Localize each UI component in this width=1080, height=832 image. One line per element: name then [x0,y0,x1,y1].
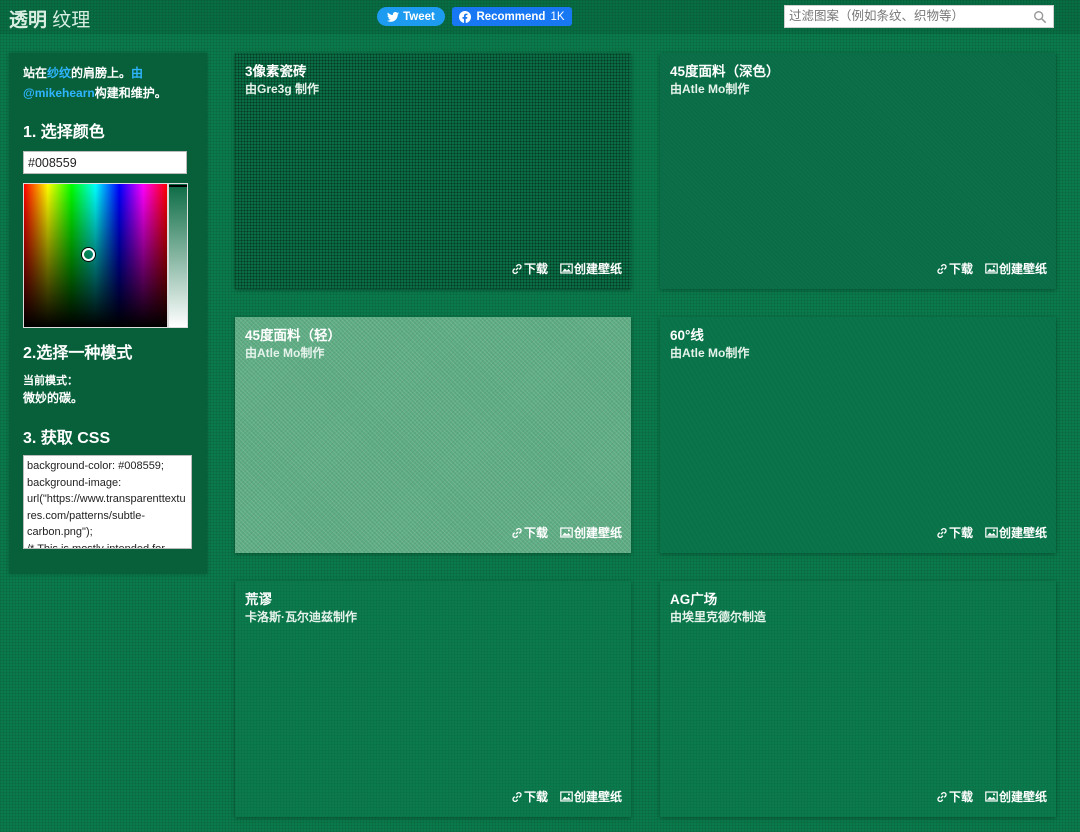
pattern-author: 卡洛斯·瓦尔迪兹制作 [245,610,357,624]
site-logo[interactable]: 透明 纹理 [9,5,90,32]
intro-author-link[interactable]: @mikehearn [23,86,95,100]
image-icon [985,263,998,274]
step2-heading: 2.选择一种模式 [23,345,133,362]
recommend-count: 1K [550,10,565,23]
tweet-label: Tweet [403,10,435,23]
download-link[interactable]: 下载 [511,788,548,805]
css-output-textarea[interactable]: background-color: #008559; background-im… [23,455,192,549]
pattern-title: AG广场 [670,592,718,607]
download-label: 下载 [523,262,548,276]
current-mode-label: 当前模式： [23,375,78,387]
image-icon [560,263,573,274]
color-brightness-slider[interactable] [168,183,188,328]
pattern-author: 由埃里克德尔制造 [670,610,767,624]
download-label: 下载 [523,526,548,540]
search-input[interactable] [785,6,1025,26]
link-icon [937,263,947,274]
create-wallpaper-link[interactable]: 创建壁纸 [560,524,622,541]
pattern-card[interactable]: 荒谬 卡洛斯·瓦尔迪兹制作 下载 创建壁纸 [235,581,631,817]
pattern-title: 荒谬 [245,592,272,607]
tweet-button[interactable]: Tweet [377,7,445,26]
download-label: 下载 [948,790,973,804]
twitter-bird-icon [387,11,400,22]
image-icon [560,527,573,538]
wallpaper-label: 创建壁纸 [998,262,1047,276]
download-link[interactable]: 下载 [936,260,973,277]
color-picker-handle[interactable] [82,248,95,261]
intro-middle: 的肩膀上。 [71,66,132,80]
brand-bold: 透明 [9,10,48,31]
facebook-recommend-button[interactable]: Recommend 1K [452,7,572,26]
download-label: 下载 [948,526,973,540]
pattern-card[interactable]: AG广场 由埃里克德尔制造 下载 创建壁纸 [660,581,1056,817]
pattern-author: 由Gre3g 制作 [245,82,320,96]
wallpaper-label: 创建壁纸 [573,526,622,540]
step1-heading: 1. 选择颜色 [23,124,105,141]
wallpaper-label: 创建壁纸 [998,526,1047,540]
pattern-title: 60°线 [670,328,704,343]
pattern-card[interactable]: 45度面料（深色） 由Atle Mo制作 下载 创建壁纸 [660,53,1056,289]
top-bar: 透明 纹理 Tweet Recommend 1K [0,0,1080,34]
color-saturation-picker[interactable] [23,183,168,328]
pattern-title: 3像素瓷砖 [245,64,307,79]
pattern-title: 45度面料（轻） [245,328,342,343]
download-link[interactable]: 下载 [936,788,973,805]
link-icon [512,791,522,802]
wallpaper-label: 创建壁纸 [573,790,622,804]
download-link[interactable]: 下载 [511,524,548,541]
image-icon [560,791,573,802]
intro-pattern-link[interactable]: 纱纹 [47,66,71,80]
recommend-label: Recommend [476,10,546,23]
wallpaper-label: 创建壁纸 [998,790,1047,804]
intro-suffix: 构建和维护。 [94,86,167,100]
link-icon [512,263,522,274]
create-wallpaper-link[interactable]: 创建壁纸 [985,260,1047,277]
pattern-author: 由Atle Mo制作 [670,82,750,96]
create-wallpaper-link[interactable]: 创建壁纸 [985,524,1047,541]
download-link[interactable]: 下载 [936,524,973,541]
link-icon [937,527,947,538]
download-label: 下载 [948,262,973,276]
pattern-author: 由Atle Mo制作 [670,346,750,360]
create-wallpaper-link[interactable]: 创建壁纸 [560,788,622,805]
pattern-author: 由Atle Mo制作 [245,346,325,360]
link-icon [512,527,522,538]
pattern-title: 45度面料（深色） [670,64,780,79]
current-mode-value: 微妙的碳。 [23,391,84,405]
intro-text: 站在纱纹的肩膀上。由 @mikehearn构建和维护。 [23,63,199,103]
magnifier-icon[interactable] [1033,10,1047,24]
download-label: 下载 [523,790,548,804]
pattern-card[interactable]: 60°线 由Atle Mo制作 下载 创建壁纸 [660,317,1056,553]
create-wallpaper-link[interactable]: 创建壁纸 [985,788,1047,805]
brand-light: 纹理 [52,10,91,31]
color-hex-input[interactable] [23,151,187,174]
image-icon [985,791,998,802]
pattern-card[interactable]: 3像素瓷砖 由Gre3g 制作 下载 创建壁纸 [235,53,631,289]
search-box [784,5,1054,28]
sidebar-panel: 站在纱纹的肩膀上。由 @mikehearn构建和维护。 1. 选择颜色 2.选择一… [9,53,207,574]
wallpaper-label: 创建壁纸 [573,262,622,276]
intro-by-link[interactable]: 由 [131,66,143,80]
intro-prefix: 站在 [23,66,48,80]
download-link[interactable]: 下载 [511,260,548,277]
image-icon [985,527,998,538]
create-wallpaper-link[interactable]: 创建壁纸 [560,260,622,277]
pattern-card[interactable]: 45度面料（轻） 由Atle Mo制作 下载 创建壁纸 [235,317,631,553]
brightness-slider-marker[interactable] [169,185,187,187]
link-icon [937,791,947,802]
step3-heading: 3. 获取 CSS [23,430,111,447]
facebook-icon [459,10,472,23]
